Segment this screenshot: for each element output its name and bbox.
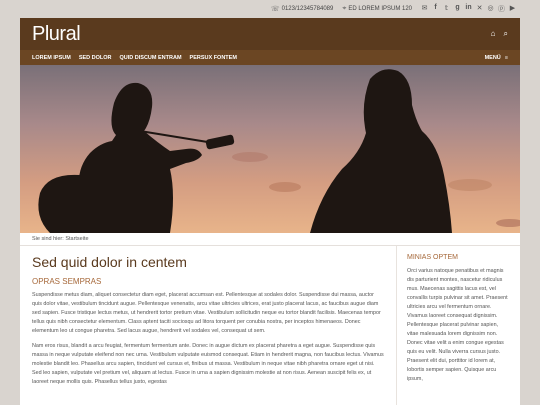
address-contact: ⌖ ED LOREM IPSUM 120 bbox=[342, 5, 412, 13]
section-subtitle: OPRAS SEMPRAS bbox=[32, 277, 102, 286]
facebook-icon[interactable]: f bbox=[432, 4, 439, 14]
main-content: Sed quid dolor in centem OPRAS SEMPRAS S… bbox=[20, 246, 396, 405]
nav-item-persux-fontem[interactable]: PERSUX FONTEM bbox=[190, 55, 237, 61]
googleplus-icon[interactable]: g bbox=[454, 4, 461, 14]
search-icon[interactable]: ⌕ bbox=[504, 29, 508, 39]
nav-item-sed-dolor[interactable]: SED DOLOR bbox=[79, 55, 112, 61]
nav-item-quid-discum-entram[interactable]: QUID DISCUM ENTRAM bbox=[120, 55, 182, 61]
breadcrumb: Sie sind hier: Startseite bbox=[20, 233, 520, 246]
menu-label: MENÜ bbox=[484, 54, 501, 61]
main-navigation: LOREM IPSUM SED DOLOR QUID DISCUM ENTRAM… bbox=[20, 50, 520, 65]
body-paragraph-2: Nam eros risus, blandit a arcu feugiat, … bbox=[32, 343, 384, 385]
twitter-icon[interactable]: 𝕥 bbox=[443, 4, 450, 14]
body-paragraph-1: Suspendisse metus diam, aliquet consecte… bbox=[32, 292, 381, 334]
site-header: Plural ⌂ ⌕ bbox=[20, 18, 520, 50]
sidebar: MINIAS OPTEM Orci varius natoque penatib… bbox=[396, 246, 520, 405]
mail-icon[interactable]: ✉ bbox=[421, 4, 428, 14]
social-links: ✉ f 𝕥 g in ✕ ◎ ⓟ ▶ bbox=[421, 4, 516, 14]
home-icon[interactable]: ⌂ bbox=[491, 29, 496, 39]
youtube-icon[interactable]: ▶ bbox=[509, 4, 516, 14]
sunset-silhouette-image bbox=[20, 65, 520, 233]
top-contact-bar: ☏ 0123/12345784089 ⌖ ED LOREM IPSUM 120 … bbox=[20, 0, 520, 18]
sidebar-text: Orci varius natoque penatibus et magnis … bbox=[407, 268, 508, 382]
sidebar-title: MINIAS OPTEM bbox=[407, 254, 458, 261]
instagram-icon[interactable]: ◎ bbox=[487, 4, 494, 14]
phone-contact[interactable]: ☏ 0123/12345784089 bbox=[271, 5, 334, 13]
site-logo[interactable]: Plural bbox=[32, 23, 81, 46]
hero-image bbox=[20, 65, 520, 233]
page-title: Sed quid dolor in centem bbox=[32, 254, 187, 270]
hamburger-icon: ≡ bbox=[504, 54, 508, 61]
pinterest-icon[interactable]: ⓟ bbox=[498, 4, 505, 14]
menu-button[interactable]: MENÜ ≡ bbox=[485, 55, 508, 61]
phone-number[interactable]: 0123/12345784089 bbox=[282, 6, 334, 12]
nav-items: LOREM IPSUM SED DOLOR QUID DISCUM ENTRAM… bbox=[32, 55, 237, 61]
map-marker-icon: ⌖ bbox=[342, 5, 347, 12]
xing-icon[interactable]: ✕ bbox=[476, 4, 483, 14]
linkedin-icon[interactable]: in bbox=[465, 4, 472, 14]
address-text: ED LOREM IPSUM 120 bbox=[348, 6, 412, 12]
header-actions: ⌂ ⌕ bbox=[491, 29, 508, 39]
phone-icon: ☏ bbox=[270, 6, 280, 13]
nav-item-lorem-ipsum[interactable]: LOREM IPSUM bbox=[32, 55, 71, 61]
